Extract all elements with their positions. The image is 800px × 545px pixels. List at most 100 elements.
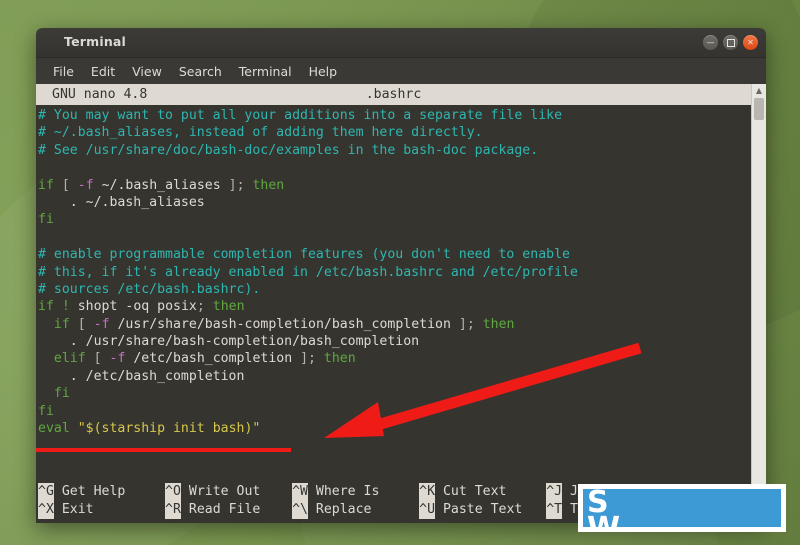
nano-line: if [ -f ~/.bash_aliases ]; then	[38, 177, 751, 194]
nano-line-segment: . /etc/bash_completion	[38, 368, 245, 384]
nano-line-segment: # ~/.bash_aliases, instead of adding the…	[38, 125, 483, 141]
nano-editor[interactable]: GNU nano 4.8 .bashrc # You may want to p…	[36, 84, 751, 523]
nano-shortcut[interactable]: ^U Paste Text	[419, 501, 546, 519]
menu-item-file[interactable]: File	[46, 61, 81, 82]
nano-text-area[interactable]: # You may want to put all your additions…	[36, 105, 751, 481]
nano-line-segment: ];	[458, 316, 475, 332]
nano-shortcut-label: Cut Text	[435, 484, 547, 499]
scrollbar-up-arrow-icon[interactable]: ▲	[752, 84, 766, 97]
nano-line-segment: ~/.bash_aliases	[93, 177, 229, 193]
nano-line: # ~/.bash_aliases, instead of adding the…	[38, 124, 751, 141]
menu-item-help[interactable]: Help	[302, 61, 345, 82]
nano-shortcut[interactable]: ^K Cut Text	[419, 483, 546, 501]
nano-line: # this, if it's already enabled in /etc/…	[38, 264, 751, 281]
nano-line-segment: fi	[38, 212, 54, 228]
nano-line-segment: then	[212, 299, 245, 315]
nano-line-segment: if	[53, 316, 70, 332]
menu-item-view[interactable]: View	[125, 61, 169, 82]
maximize-button[interactable]	[723, 35, 738, 50]
nano-line-segment: -f	[77, 177, 94, 193]
nano-line-segment	[38, 317, 54, 332]
window-titlebar[interactable]: Terminal	[36, 28, 766, 58]
nano-line-segment	[86, 351, 94, 366]
nano-shortcut-key: ^W	[292, 483, 308, 501]
minimize-button[interactable]	[703, 35, 718, 50]
nano-line-segment: # See /usr/share/doc/bash-doc/examples i…	[38, 142, 539, 158]
nano-line-segment	[70, 178, 78, 193]
nano-line-segment	[102, 351, 110, 366]
close-button[interactable]	[743, 35, 758, 50]
nano-line-segment: [	[93, 351, 102, 367]
nano-line-segment: [	[61, 177, 70, 193]
nano-shortcut[interactable]: ^O Write Out	[165, 483, 292, 501]
nano-line-segment	[316, 351, 324, 366]
nano-line-segment: -f	[109, 351, 126, 367]
nano-line-segment: . /usr/share/bash-completion/bash_comple…	[38, 334, 420, 350]
terminal-body[interactable]: GNU nano 4.8 .bashrc # You may want to p…	[36, 84, 766, 523]
nano-line-segment	[70, 317, 78, 332]
overlay-badge: SW	[578, 484, 786, 532]
nano-line: # sources /etc/bash.bashrc).	[38, 281, 751, 298]
nano-shortcut-key: ^O	[165, 483, 181, 501]
nano-shortcut[interactable]: ^X Exit	[38, 501, 165, 519]
annotation-underline	[36, 448, 291, 452]
nano-line-segment: /etc/bash_completion	[125, 351, 301, 367]
nano-shortcut[interactable]: ^\ Replace	[292, 501, 419, 519]
nano-line: . /usr/share/bash-completion/bash_comple…	[38, 333, 751, 350]
nano-line-segment: # sources /etc/bash.bashrc).	[38, 281, 261, 297]
nano-line-segment	[475, 317, 483, 332]
nano-line	[38, 159, 751, 176]
menu-item-search[interactable]: Search	[172, 61, 229, 82]
nano-line-segment: eval	[38, 421, 70, 437]
nano-shortcut-key: ^\	[292, 501, 308, 519]
nano-shortcut-label: Paste Text	[435, 502, 547, 517]
nano-line-segment	[86, 317, 94, 332]
nano-line-segment: shopt	[69, 299, 126, 315]
nano-shortcut[interactable]: ^W Where Is	[292, 483, 419, 501]
nano-line-segment: # You may want to put all your additions…	[38, 108, 563, 123]
nano-line: . /etc/bash_completion	[38, 368, 751, 385]
nano-line	[38, 229, 751, 246]
nano-line-segment: # enable programmable completion feature…	[38, 247, 570, 263]
nano-line-segment	[205, 299, 213, 314]
menu-bar: File Edit View Search Terminal Help	[36, 58, 766, 84]
nano-line: fi	[38, 403, 751, 420]
nano-line-segment	[70, 421, 78, 436]
scrollbar-thumb[interactable]	[754, 98, 764, 120]
close-icon	[743, 35, 758, 50]
terminal-scrollbar[interactable]: ▲ ▼	[751, 84, 766, 523]
nano-filename-label: .bashrc	[365, 86, 422, 102]
nano-line: # See /usr/share/doc/bash-doc/examples i…	[38, 142, 751, 159]
nano-shortcut-key: ^T	[546, 501, 563, 519]
nano-line-segment	[38, 386, 54, 401]
nano-shortcut[interactable]: ^R Read File	[165, 501, 292, 519]
menu-item-edit[interactable]: Edit	[84, 61, 122, 82]
nano-title-bar: GNU nano 4.8 .bashrc	[36, 84, 751, 105]
nano-line: if ! shopt -oq posix; then	[38, 298, 751, 315]
nano-line-segment: [	[77, 316, 86, 332]
nano-line-segment: !	[61, 299, 70, 315]
nano-shortcut-key: ^J	[546, 483, 563, 501]
nano-line-segment: "$(starship init bash)"	[77, 421, 261, 437]
nano-shortcut-label: Get Help	[53, 484, 166, 499]
overlay-badge-line2: W	[587, 511, 620, 532]
menu-item-terminal[interactable]: Terminal	[232, 61, 299, 82]
nano-line: # enable programmable completion feature…	[38, 246, 751, 263]
maximize-icon	[723, 35, 738, 50]
nano-line-segment: if	[38, 177, 54, 193]
nano-line-segment: ];	[300, 351, 316, 367]
nano-line-segment: /usr/share/bash-completion/bash_completi…	[109, 316, 459, 332]
nano-line-segment: then	[482, 316, 515, 332]
nano-line-segment: fi	[38, 403, 54, 419]
nano-line-segment: if	[38, 299, 54, 315]
nano-line-segment: then	[252, 177, 285, 193]
nano-line-segment	[54, 299, 62, 314]
nano-shortcut[interactable]: ^G Get Help	[38, 483, 165, 501]
nano-line-segment	[38, 351, 54, 366]
minimize-icon	[703, 35, 718, 50]
nano-line: . ~/.bash_aliases	[38, 194, 751, 211]
nano-line: fi	[38, 385, 751, 402]
nano-shortcut-label: Exit	[53, 502, 166, 517]
nano-line-segment: -oq	[125, 299, 150, 315]
nano-shortcut-key: ^U	[419, 501, 436, 519]
